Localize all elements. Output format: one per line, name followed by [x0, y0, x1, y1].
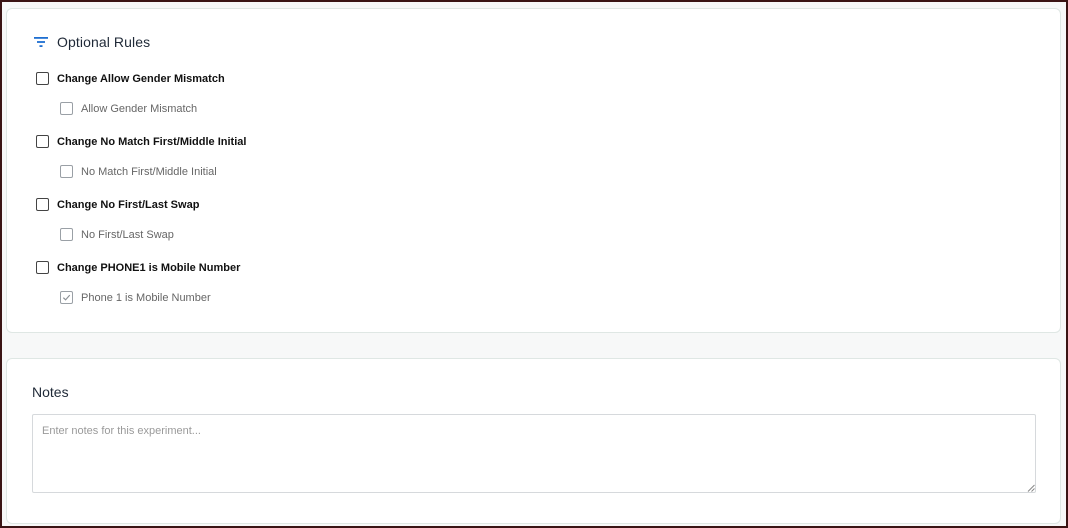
rule-change-phone1-is-mobile-number[interactable]: Change PHONE1 is Mobile Number	[36, 261, 240, 274]
notes-textarea[interactable]	[32, 414, 1036, 493]
option-checkbox-checked[interactable]	[60, 291, 73, 304]
checkmark-icon	[62, 294, 71, 301]
optional-rules-title: Optional Rules	[57, 34, 151, 50]
rule-checkbox[interactable]	[36, 135, 49, 148]
rule-checkbox[interactable]	[36, 72, 49, 85]
option-no-first-last-swap[interactable]: No First/Last Swap	[60, 228, 174, 241]
option-label: No First/Last Swap	[81, 228, 174, 241]
option-label: Allow Gender Mismatch	[81, 102, 198, 115]
option-label: No Match First/Middle Initial	[81, 165, 217, 178]
rule-label: Change Allow Gender Mismatch	[57, 72, 225, 85]
rule-label: Change No First/Last Swap	[57, 198, 200, 211]
option-phone-1-is-mobile-number[interactable]: Phone 1 is Mobile Number	[60, 291, 211, 304]
notes-title: Notes	[32, 384, 69, 400]
resize-grip-icon[interactable]	[1027, 484, 1035, 492]
rule-checkbox[interactable]	[36, 198, 49, 211]
rule-change-no-match-first-middle-initial[interactable]: Change No Match First/Middle Initial	[36, 135, 246, 148]
rule-label: Change PHONE1 is Mobile Number	[57, 261, 241, 274]
filter-icon	[34, 37, 48, 47]
option-allow-gender-mismatch[interactable]: Allow Gender Mismatch	[60, 102, 197, 115]
option-checkbox[interactable]	[60, 228, 73, 241]
option-checkbox[interactable]	[60, 165, 73, 178]
option-no-match-first-middle-initial[interactable]: No Match First/Middle Initial	[60, 165, 217, 178]
rule-change-no-first-last-swap[interactable]: Change No First/Last Swap	[36, 198, 199, 211]
optional-rules-header: Optional Rules	[33, 34, 150, 50]
option-label: Phone 1 is Mobile Number	[81, 291, 211, 304]
option-checkbox[interactable]	[60, 102, 73, 115]
rule-change-allow-gender-mismatch[interactable]: Change Allow Gender Mismatch	[36, 72, 225, 85]
optional-rules-card: Optional Rules Change Allow Gender Misma…	[6, 8, 1061, 333]
notes-card: Notes	[6, 358, 1061, 524]
rule-label: Change No Match First/Middle Initial	[57, 135, 247, 148]
rule-checkbox[interactable]	[36, 261, 49, 274]
page-frame: Optional Rules Change Allow Gender Misma…	[2, 2, 1066, 526]
